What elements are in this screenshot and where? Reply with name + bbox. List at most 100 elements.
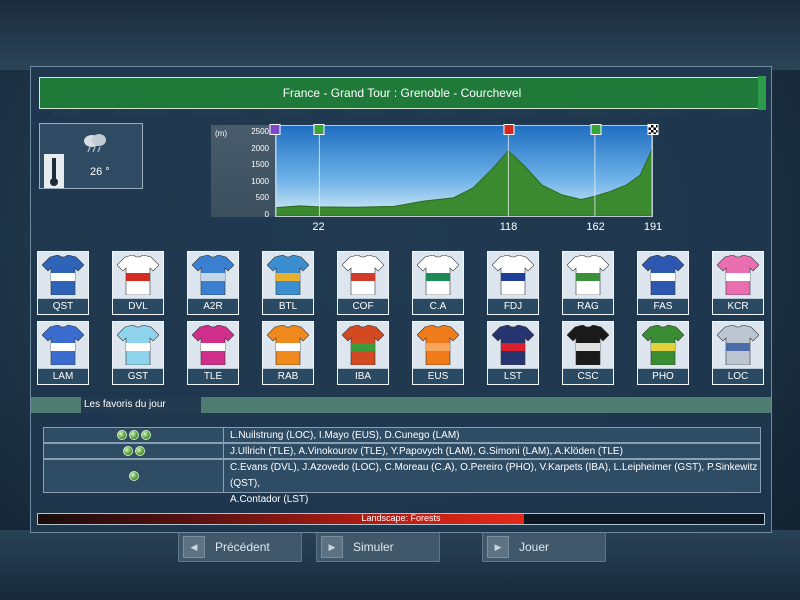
team-jersey[interactable]: LST (487, 321, 539, 385)
jersey-icon (42, 255, 84, 295)
star-icon (116, 430, 127, 440)
profile-y-unit: (m) (215, 129, 227, 138)
team-jersey[interactable]: RAG (562, 251, 614, 315)
team-jersey[interactable]: RAB (262, 321, 314, 385)
top-banner-background (0, 0, 800, 70)
favorites-names: C.Evans (DVL), J.Azovedo (LOC), C.Moreau… (230, 462, 758, 489)
finish-marker-icon (647, 124, 659, 135)
stage-title: France - Grand Tour : Grenoble - Courche… (282, 86, 522, 100)
start-marker-icon (269, 124, 281, 135)
favorites-names-cell: J.Ullrich (TLE), A.Vinokourov (TLE), Y.P… (224, 444, 760, 458)
favorites-row: J.Ullrich (TLE), A.Vinokourov (TLE), Y.P… (43, 443, 761, 459)
team-code: LOC (713, 368, 763, 384)
star-icon (122, 446, 133, 456)
team-code: FAS (638, 298, 688, 314)
team-jersey[interactable]: IBA (337, 321, 389, 385)
team-code: GST (113, 368, 163, 384)
arrow-left-icon: ◀ (183, 536, 205, 558)
star-icon (128, 430, 139, 440)
team-jersey[interactable]: EUS (412, 321, 464, 385)
weather-panel: 26 ° (39, 123, 143, 189)
team-jersey[interactable]: C.A (412, 251, 464, 315)
star-icon (128, 471, 139, 481)
team-code: RAB (263, 368, 313, 384)
jersey-icon (42, 325, 84, 365)
sprint-marker-icon (313, 124, 325, 135)
jersey-icon (567, 325, 609, 365)
mountain-marker-icon (503, 124, 515, 135)
progress-label: Landscape: Forests (361, 513, 441, 523)
profile-y-tick: 2000 (251, 143, 269, 153)
favorites-header: Les favoris du jour (81, 397, 201, 413)
team-code: C.A (413, 298, 463, 314)
favorites-names-cell: L.Nuilstrung (LOC), I.Mayo (EUS), D.Cune… (224, 428, 760, 442)
favorites-stars (44, 428, 224, 442)
team-code: RAG (563, 298, 613, 314)
team-jersey[interactable]: LAM (37, 321, 89, 385)
jersey-icon (642, 255, 684, 295)
team-jersey[interactable]: FDJ (487, 251, 539, 315)
temperature-value: 26 ° (90, 166, 110, 178)
jersey-icon (117, 255, 159, 295)
stage-title-bar: France - Grand Tour : Grenoble - Courche… (39, 76, 766, 110)
profile-y-tick: 1500 (251, 160, 269, 170)
favorites-row: L.Nuilstrung (LOC), I.Mayo (EUS), D.Cune… (43, 427, 761, 443)
jersey-icon (492, 325, 534, 365)
jersey-icon (417, 255, 459, 295)
play-button-label: Jouer (519, 540, 550, 554)
profile-y-tick: 0 (264, 210, 269, 219)
team-code: FDJ (488, 298, 538, 314)
team-jersey-grid: QST DVL A2R BTL COF C.A FDJ RAG FAS KCR LAM GST TLE R… (37, 251, 767, 389)
favorites-table: L.Nuilstrung (LOC), I.Mayo (EUS), D.Cune… (43, 427, 761, 505)
previous-button[interactable]: ◀ Précédent (178, 532, 302, 562)
team-code: COF (338, 298, 388, 314)
jersey-icon (567, 255, 609, 295)
play-button[interactable]: ▶ Jouer (482, 532, 606, 562)
team-jersey[interactable]: COF (337, 251, 389, 315)
jersey-icon (192, 325, 234, 365)
favorites-stars (44, 460, 224, 492)
team-jersey[interactable]: CSC (562, 321, 614, 385)
team-code: BTL (263, 298, 313, 314)
team-jersey[interactable]: TLE (187, 321, 239, 385)
profile-y-tick: 500 (255, 193, 269, 203)
favorites-names: L.Nuilstrung (LOC), I.Mayo (EUS), D.Cune… (230, 430, 460, 441)
team-jersey[interactable]: GST (112, 321, 164, 385)
favorites-row: C.Evans (DVL), J.Azovedo (LOC), C.Moreau… (43, 459, 761, 505)
favorites-names-cell: C.Evans (DVL), J.Azovedo (LOC), C.Moreau… (224, 460, 760, 505)
jersey-icon (342, 325, 384, 365)
team-jersey[interactable]: FAS (637, 251, 689, 315)
jersey-icon (717, 255, 759, 295)
profile-x-tick: 22 (312, 221, 325, 233)
favorites-header-bar: Les favoris du jour (31, 397, 771, 413)
profile-plot (275, 125, 653, 217)
team-jersey[interactable]: BTL (262, 251, 314, 315)
favorites-names: J.Ullrich (TLE), A.Vinokourov (TLE), Y.P… (230, 446, 623, 457)
rain-cloud-icon (84, 134, 106, 153)
team-code: CSC (563, 368, 613, 384)
profile-y-axis: (m) 2500 2000 1500 1000 500 0 (211, 125, 275, 219)
landscape-progress-bar: Landscape: Forests (37, 513, 765, 525)
arrow-right-icon: ▶ (487, 536, 509, 558)
team-jersey[interactable]: PHO (637, 321, 689, 385)
team-code: PHO (638, 368, 688, 384)
star-icon (140, 430, 151, 440)
team-jersey[interactable]: A2R (187, 251, 239, 315)
previous-button-label: Précédent (215, 540, 270, 554)
simulate-button[interactable]: ▶ Simuler (316, 532, 440, 562)
team-jersey[interactable]: DVL (112, 251, 164, 315)
team-code: LAM (38, 368, 88, 384)
team-code: EUS (413, 368, 463, 384)
jersey-icon (717, 325, 759, 365)
jersey-icon (192, 255, 234, 295)
simulate-button-label: Simuler (353, 540, 394, 554)
profile-x-tick: 162 (586, 221, 605, 233)
team-jersey[interactable]: LOC (712, 321, 764, 385)
team-jersey[interactable]: QST (37, 251, 89, 315)
thermometer-icon (44, 154, 64, 188)
team-jersey[interactable]: KCR (712, 251, 764, 315)
jersey-icon (342, 255, 384, 295)
profile-x-tick: 191 (643, 221, 663, 233)
profile-y-tick: 2500 (251, 127, 269, 137)
profile-x-tick: 118 (499, 221, 518, 233)
